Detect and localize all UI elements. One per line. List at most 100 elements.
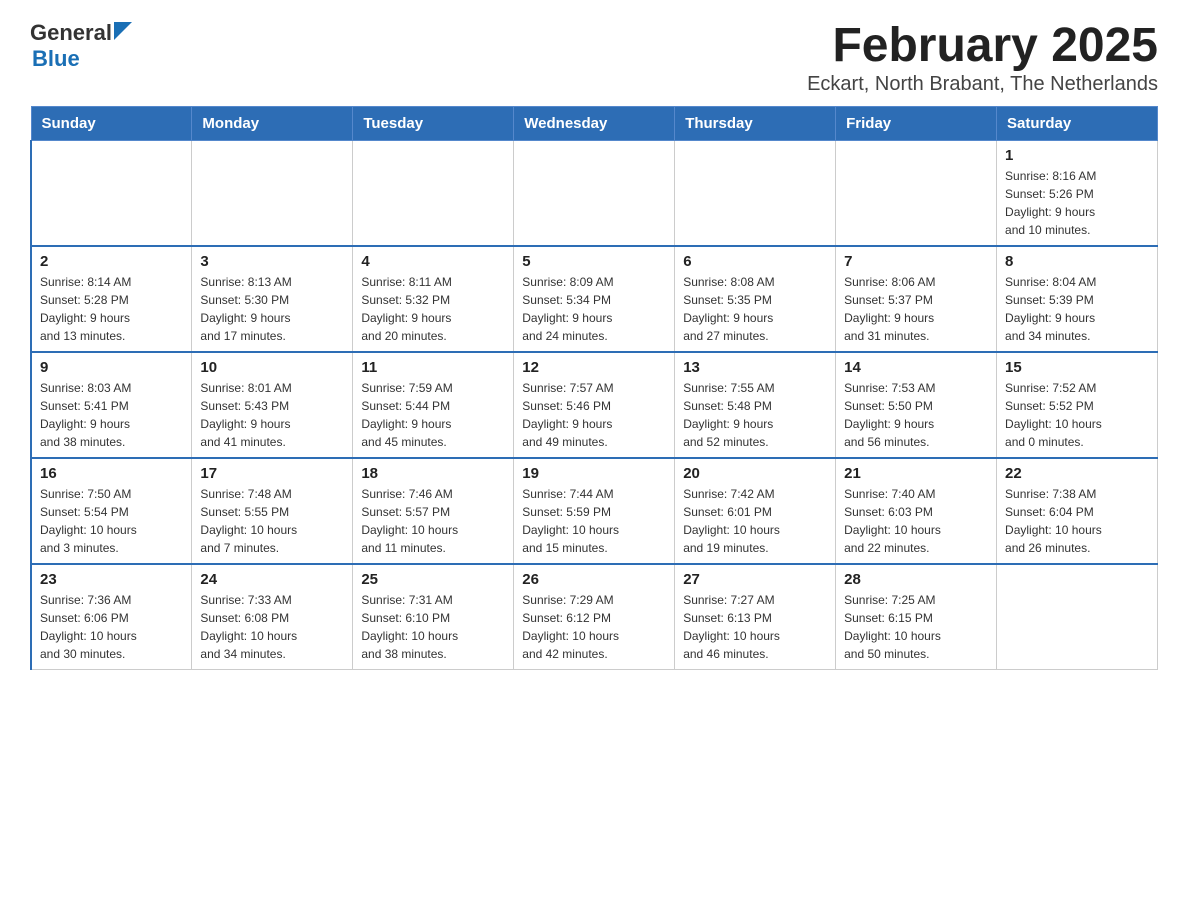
week-row-4: 23 Sunrise: 7:36 AMSunset: 6:06 PMDayligh… [31, 564, 1158, 670]
calendar-cell: 11 Sunrise: 7:59 AMSunset: 5:44 PMDayligh… [353, 352, 514, 458]
day-info: Sunrise: 7:44 AMSunset: 5:59 PMDaylight:… [522, 485, 666, 557]
weekday-header-tuesday: Tuesday [353, 106, 514, 140]
calendar-cell: 5 Sunrise: 8:09 AMSunset: 5:34 PMDaylight… [514, 246, 675, 352]
weekday-header-row: SundayMondayTuesdayWednesdayThursdayFrid… [31, 106, 1158, 140]
calendar-cell: 8 Sunrise: 8:04 AMSunset: 5:39 PMDaylight… [997, 246, 1158, 352]
day-info: Sunrise: 7:50 AMSunset: 5:54 PMDaylight:… [40, 485, 183, 557]
day-number: 18 [361, 465, 505, 482]
day-number: 4 [361, 253, 505, 270]
day-number: 28 [844, 571, 988, 588]
calendar-cell: 14 Sunrise: 7:53 AMSunset: 5:50 PMDayligh… [836, 352, 997, 458]
logo-general: General [30, 20, 112, 46]
day-info: Sunrise: 7:29 AMSunset: 6:12 PMDaylight:… [522, 591, 666, 663]
calendar-cell [675, 140, 836, 246]
calendar-cell: 18 Sunrise: 7:46 AMSunset: 5:57 PMDayligh… [353, 458, 514, 564]
logo-blue: Blue [32, 46, 132, 72]
day-number: 15 [1005, 359, 1149, 376]
day-info: Sunrise: 7:48 AMSunset: 5:55 PMDaylight:… [200, 485, 344, 557]
calendar-cell [997, 564, 1158, 670]
weekday-header-monday: Monday [192, 106, 353, 140]
calendar-cell: 2Sunrise: 8:14 AMSunset: 5:28 PMDaylight… [31, 246, 192, 352]
calendar-cell: 26Sunrise: 7:29 AMSunset: 6:12 PMDayligh… [514, 564, 675, 670]
day-info: Sunrise: 7:55 AMSunset: 5:48 PMDaylight:… [683, 379, 827, 451]
week-row-1: 2Sunrise: 8:14 AMSunset: 5:28 PMDaylight… [31, 246, 1158, 352]
day-info: Sunrise: 7:57 AMSunset: 5:46 PMDaylight:… [522, 379, 666, 451]
day-info: Sunrise: 7:40 AMSunset: 6:03 PMDaylight:… [844, 485, 988, 557]
calendar-cell: 27 Sunrise: 7:27 AMSunset: 6:13 PMDayligh… [675, 564, 836, 670]
day-info: Sunrise: 8:13 AMSunset: 5:30 PMDaylight:… [200, 273, 344, 345]
day-number: 12 [522, 359, 666, 376]
day-info: Sunrise: 7:36 AMSunset: 6:06 PMDaylight:… [40, 591, 183, 663]
calendar-cell: 12 Sunrise: 7:57 AMSunset: 5:46 PMDayligh… [514, 352, 675, 458]
calendar-cell: 7 Sunrise: 8:06 AMSunset: 5:37 PMDaylight… [836, 246, 997, 352]
calendar-cell: 17 Sunrise: 7:48 AMSunset: 5:55 PMDayligh… [192, 458, 353, 564]
calendar-cell [836, 140, 997, 246]
calendar-cell: 21 Sunrise: 7:40 AMSunset: 6:03 PMDayligh… [836, 458, 997, 564]
calendar-cell: 6 Sunrise: 8:08 AMSunset: 5:35 PMDaylight… [675, 246, 836, 352]
day-number: 2 [40, 253, 183, 270]
day-info: Sunrise: 7:53 AMSunset: 5:50 PMDaylight:… [844, 379, 988, 451]
day-info: Sunrise: 7:59 AMSunset: 5:44 PMDaylight:… [361, 379, 505, 451]
day-number: 25 [361, 571, 505, 588]
day-number: 7 [844, 253, 988, 270]
calendar-cell: 1Sunrise: 8:16 AMSunset: 5:26 PMDaylight… [997, 140, 1158, 246]
day-number: 11 [361, 359, 505, 376]
day-number: 27 [683, 571, 827, 588]
day-info: Sunrise: 7:25 AMSunset: 6:15 PMDaylight:… [844, 591, 988, 663]
calendar-cell: 23 Sunrise: 7:36 AMSunset: 6:06 PMDayligh… [31, 564, 192, 670]
day-info: Sunrise: 8:08 AMSunset: 5:35 PMDaylight:… [683, 273, 827, 345]
day-number: 14 [844, 359, 988, 376]
weekday-header-saturday: Saturday [997, 106, 1158, 140]
week-row-2: 9Sunrise: 8:03 AMSunset: 5:41 PMDaylight… [31, 352, 1158, 458]
day-number: 21 [844, 465, 988, 482]
calendar-cell [353, 140, 514, 246]
calendar: SundayMondayTuesdayWednesdayThursdayFrid… [30, 106, 1158, 670]
calendar-cell [31, 140, 192, 246]
calendar-cell: 16 Sunrise: 7:50 AMSunset: 5:54 PMDayligh… [31, 458, 192, 564]
day-info: Sunrise: 7:46 AMSunset: 5:57 PMDaylight:… [361, 485, 505, 557]
calendar-cell: 9Sunrise: 8:03 AMSunset: 5:41 PMDaylight… [31, 352, 192, 458]
day-number: 10 [200, 359, 344, 376]
day-number: 6 [683, 253, 827, 270]
day-number: 16 [40, 465, 183, 482]
day-info: Sunrise: 8:16 AMSunset: 5:26 PMDaylight:… [1005, 167, 1149, 239]
week-row-3: 16 Sunrise: 7:50 AMSunset: 5:54 PMDayligh… [31, 458, 1158, 564]
week-row-0: 1Sunrise: 8:16 AMSunset: 5:26 PMDaylight… [31, 140, 1158, 246]
day-info: Sunrise: 8:03 AMSunset: 5:41 PMDaylight:… [40, 379, 183, 451]
calendar-cell: 24Sunrise: 7:33 AMSunset: 6:08 PMDayligh… [192, 564, 353, 670]
logo-triangle-icon [114, 22, 132, 40]
day-info: Sunrise: 7:27 AMSunset: 6:13 PMDaylight:… [683, 591, 827, 663]
day-info: Sunrise: 7:33 AMSunset: 6:08 PMDaylight:… [200, 591, 344, 663]
day-info: Sunrise: 8:01 AMSunset: 5:43 PMDaylight:… [200, 379, 344, 451]
calendar-cell: 19Sunrise: 7:44 AMSunset: 5:59 PMDayligh… [514, 458, 675, 564]
weekday-header-sunday: Sunday [31, 106, 192, 140]
month-title: February 2025 [807, 20, 1158, 73]
day-info: Sunrise: 7:42 AMSunset: 6:01 PMDaylight:… [683, 485, 827, 557]
day-number: 17 [200, 465, 344, 482]
day-info: Sunrise: 8:09 AMSunset: 5:34 PMDaylight:… [522, 273, 666, 345]
day-number: 13 [683, 359, 827, 376]
weekday-header-friday: Friday [836, 106, 997, 140]
day-number: 22 [1005, 465, 1149, 482]
day-number: 23 [40, 571, 183, 588]
calendar-cell: 15Sunrise: 7:52 AMSunset: 5:52 PMDayligh… [997, 352, 1158, 458]
day-number: 20 [683, 465, 827, 482]
calendar-cell: 10 Sunrise: 8:01 AMSunset: 5:43 PMDayligh… [192, 352, 353, 458]
calendar-cell [192, 140, 353, 246]
calendar-cell: 22Sunrise: 7:38 AMSunset: 6:04 PMDayligh… [997, 458, 1158, 564]
calendar-cell: 25Sunrise: 7:31 AMSunset: 6:10 PMDayligh… [353, 564, 514, 670]
calendar-cell: 20 Sunrise: 7:42 AMSunset: 6:01 PMDayligh… [675, 458, 836, 564]
weekday-header-wednesday: Wednesday [514, 106, 675, 140]
day-number: 5 [522, 253, 666, 270]
calendar-cell: 4 Sunrise: 8:11 AMSunset: 5:32 PMDaylight… [353, 246, 514, 352]
day-info: Sunrise: 8:04 AMSunset: 5:39 PMDaylight:… [1005, 273, 1149, 345]
day-number: 8 [1005, 253, 1149, 270]
weekday-header-thursday: Thursday [675, 106, 836, 140]
calendar-cell: 28 Sunrise: 7:25 AMSunset: 6:15 PMDayligh… [836, 564, 997, 670]
calendar-cell: 3 Sunrise: 8:13 AMSunset: 5:30 PMDaylight… [192, 246, 353, 352]
day-info: Sunrise: 8:06 AMSunset: 5:37 PMDaylight:… [844, 273, 988, 345]
header: General Blue February 2025 Eckart, North… [30, 20, 1158, 96]
day-info: Sunrise: 8:11 AMSunset: 5:32 PMDaylight:… [361, 273, 505, 345]
calendar-cell [514, 140, 675, 246]
day-number: 3 [200, 253, 344, 270]
